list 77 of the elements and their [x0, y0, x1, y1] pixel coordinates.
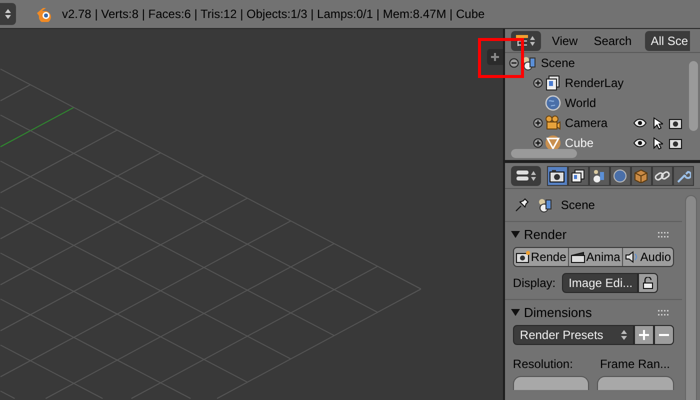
add-preset-button[interactable]: [634, 325, 654, 345]
cursor-arrow-icon[interactable]: [653, 116, 663, 130]
context-chain-link-tab[interactable]: [652, 166, 673, 186]
eye-icon[interactable]: [633, 138, 647, 148]
number-field[interactable]: [597, 376, 674, 390]
number-field[interactable]: [512, 376, 590, 390]
image-stack-icon: [570, 168, 586, 182]
chain-link-icon: [654, 168, 670, 182]
render-mode-button[interactable]: Audio: [622, 248, 673, 266]
up-down-arrows-icon: [621, 330, 627, 340]
context-image-stack-tab[interactable]: [568, 166, 589, 186]
scene-stats: v2.78 | Verts:8 | Faces:6 | Tris:12 | Objects:1/3 | Lamps:0/1 | Mem:8.47M | Cube: [62, 6, 485, 23]
drag-grip-icon[interactable]: [658, 232, 670, 238]
context-scene-tab[interactable]: [588, 166, 610, 186]
editor-type-button[interactable]: [510, 166, 541, 186]
toggle-list-icon: [516, 170, 529, 181]
expand-icon[interactable]: [532, 118, 543, 128]
context-wrench-tab[interactable]: [672, 166, 694, 186]
cube-icon: [633, 168, 650, 182]
field-label: Resolution:: [512, 356, 573, 373]
add-region-button[interactable]: [486, 49, 503, 65]
collapse-icon[interactable]: [508, 58, 519, 68]
outliner-item[interactable]: World: [564, 94, 596, 112]
up-down-arrows-icon: [5, 8, 11, 20]
scene-icon: [536, 197, 553, 213]
image-stack-icon: [544, 75, 561, 91]
presets-dropdown[interactable]: Render Presets: [512, 325, 634, 345]
list-icon: [516, 34, 528, 46]
render-mode-button[interactable]: Rende: [514, 248, 568, 266]
highlight-frame: [478, 38, 524, 78]
globe-icon: [612, 168, 628, 182]
plus-icon: [490, 53, 499, 61]
expand-icon[interactable]: [532, 138, 543, 148]
up-down-arrows-icon: [530, 170, 536, 180]
camera-icon[interactable]: [669, 117, 682, 129]
eye-icon[interactable]: [633, 118, 647, 128]
render-mode-button[interactable]: Anima: [568, 248, 622, 266]
panel-title[interactable]: Dimensions: [524, 302, 592, 322]
field-label: Frame Ran...: [600, 356, 670, 373]
clapperboard-icon: [571, 251, 586, 263]
outliner-item[interactable]: RenderLay: [564, 74, 624, 92]
editor-type-button[interactable]: [0, 3, 16, 25]
movie-camera-icon: [544, 115, 561, 131]
menu-item[interactable]: View: [546, 32, 583, 50]
remove-preset-button[interactable]: [654, 325, 674, 345]
expand-icon[interactable]: [532, 78, 543, 88]
context-globe-tab[interactable]: [610, 166, 631, 186]
scene-selector[interactable]: All Sce: [644, 30, 690, 50]
speaker-icon: [625, 251, 640, 263]
outliner-item[interactable]: Scene: [540, 54, 575, 72]
drag-grip-icon[interactable]: [658, 310, 670, 316]
menu-item[interactable]: Search: [588, 32, 637, 50]
expanded-triangle-icon[interactable]: [510, 230, 520, 239]
camera-icon[interactable]: [669, 137, 682, 149]
display-dropdown[interactable]: Image Edi...: [562, 273, 638, 293]
camera-icon: [516, 251, 530, 263]
outliner-item[interactable]: Cube: [564, 134, 594, 152]
outliner-item[interactable]: Camera: [564, 114, 608, 132]
up-down-arrows-icon: [530, 36, 536, 46]
context-camera-tab[interactable]: [546, 166, 568, 186]
globe-icon: [544, 95, 561, 111]
horizontal-scrollbar[interactable]: [510, 149, 577, 158]
vertical-scrollbar[interactable]: [689, 61, 698, 131]
context-path: Scene: [560, 197, 595, 214]
pin-icon[interactable]: [514, 198, 529, 212]
app-logo-icon: [36, 6, 54, 22]
context-cube-tab[interactable]: [630, 166, 652, 186]
panel-title[interactable]: Render: [524, 224, 567, 244]
camera-icon: [549, 168, 566, 182]
wrench-icon: [675, 168, 692, 182]
vertical-scrollbar[interactable]: [685, 195, 697, 400]
lock-button[interactable]: [638, 273, 658, 293]
lock-icon: [642, 277, 654, 289]
expanded-triangle-icon[interactable]: [510, 308, 520, 317]
field-label: Display:: [512, 275, 556, 292]
plus-icon: [639, 330, 649, 340]
cursor-arrow-icon[interactable]: [653, 136, 663, 150]
